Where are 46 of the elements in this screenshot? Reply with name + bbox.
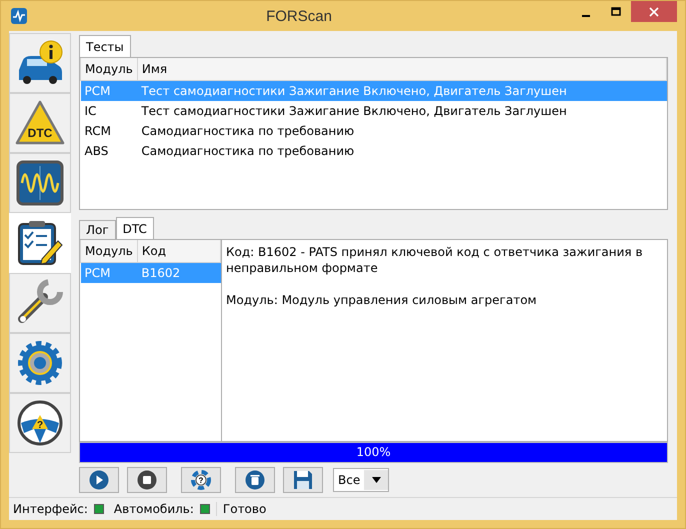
table-cell[interactable]: ABS xyxy=(80,141,138,161)
tab[interactable]: Лог xyxy=(79,220,116,240)
status-label: Автомобиль: xyxy=(114,502,194,516)
progress-reading: 100% xyxy=(356,444,391,459)
window-title: FORScan xyxy=(265,8,333,24)
lifebuoy-help-icon: ? xyxy=(191,470,211,490)
status-message: Готово xyxy=(216,502,266,516)
play-icon xyxy=(89,470,109,490)
sidebar-button[interactable] xyxy=(9,33,71,93)
column-header[interactable]: Модуль xyxy=(80,58,138,80)
status-label: Интерфейс: xyxy=(13,502,88,516)
table-cell[interactable]: Самодиагностика по требованию xyxy=(137,141,666,161)
trash-icon xyxy=(245,470,265,490)
dropdown-arrow-icon xyxy=(372,477,381,484)
tab[interactable]: DTC xyxy=(116,217,154,240)
tab[interactable]: Тесты xyxy=(79,35,131,57)
minimize-icon xyxy=(582,14,590,16)
dtc-description: Модуль: Модуль управления силовым агрегатом xyxy=(226,292,538,308)
column-header[interactable]: Код xyxy=(137,240,220,263)
save-button[interactable] xyxy=(283,467,323,494)
warning-icon: DTC xyxy=(15,100,65,146)
sidebar-button[interactable]: DTC xyxy=(9,93,71,153)
maximize-icon xyxy=(611,6,621,16)
column-header[interactable]: Имя xyxy=(137,58,666,80)
close-icon xyxy=(649,6,659,16)
table-cell[interactable]: RCM xyxy=(80,121,138,141)
stop-button[interactable] xyxy=(127,467,167,494)
checklist-icon xyxy=(16,219,64,267)
sidebar-button[interactable] xyxy=(9,153,71,213)
delete-button[interactable] xyxy=(235,467,275,494)
filter-dropdown[interactable]: Все xyxy=(333,468,390,492)
column-header[interactable]: Модуль xyxy=(80,240,138,263)
stop-icon xyxy=(137,470,157,490)
sidebar-button[interactable] xyxy=(9,273,71,333)
close-button[interactable] xyxy=(631,1,677,22)
play-button[interactable] xyxy=(79,467,119,494)
sidebar-button[interactable]: ? xyxy=(9,393,71,453)
table-cell[interactable]: Самодиагностика по требованию xyxy=(137,121,666,141)
table-cell[interactable]: Тест самодиагностики Зажигание Включено, Двигатель Заглушен xyxy=(137,101,666,121)
steering-wheel-help-icon: ? xyxy=(16,399,64,447)
gear-icon xyxy=(16,339,64,387)
oscilloscope-icon xyxy=(16,160,64,206)
table-cell[interactable]: IC xyxy=(80,101,138,121)
dtc-description: Код: B1602 - PATS принял ключевой код с ответчика зажигания в неправильном формате xyxy=(226,244,644,276)
help-button[interactable]: ? xyxy=(181,467,221,494)
app-icon xyxy=(11,8,27,24)
